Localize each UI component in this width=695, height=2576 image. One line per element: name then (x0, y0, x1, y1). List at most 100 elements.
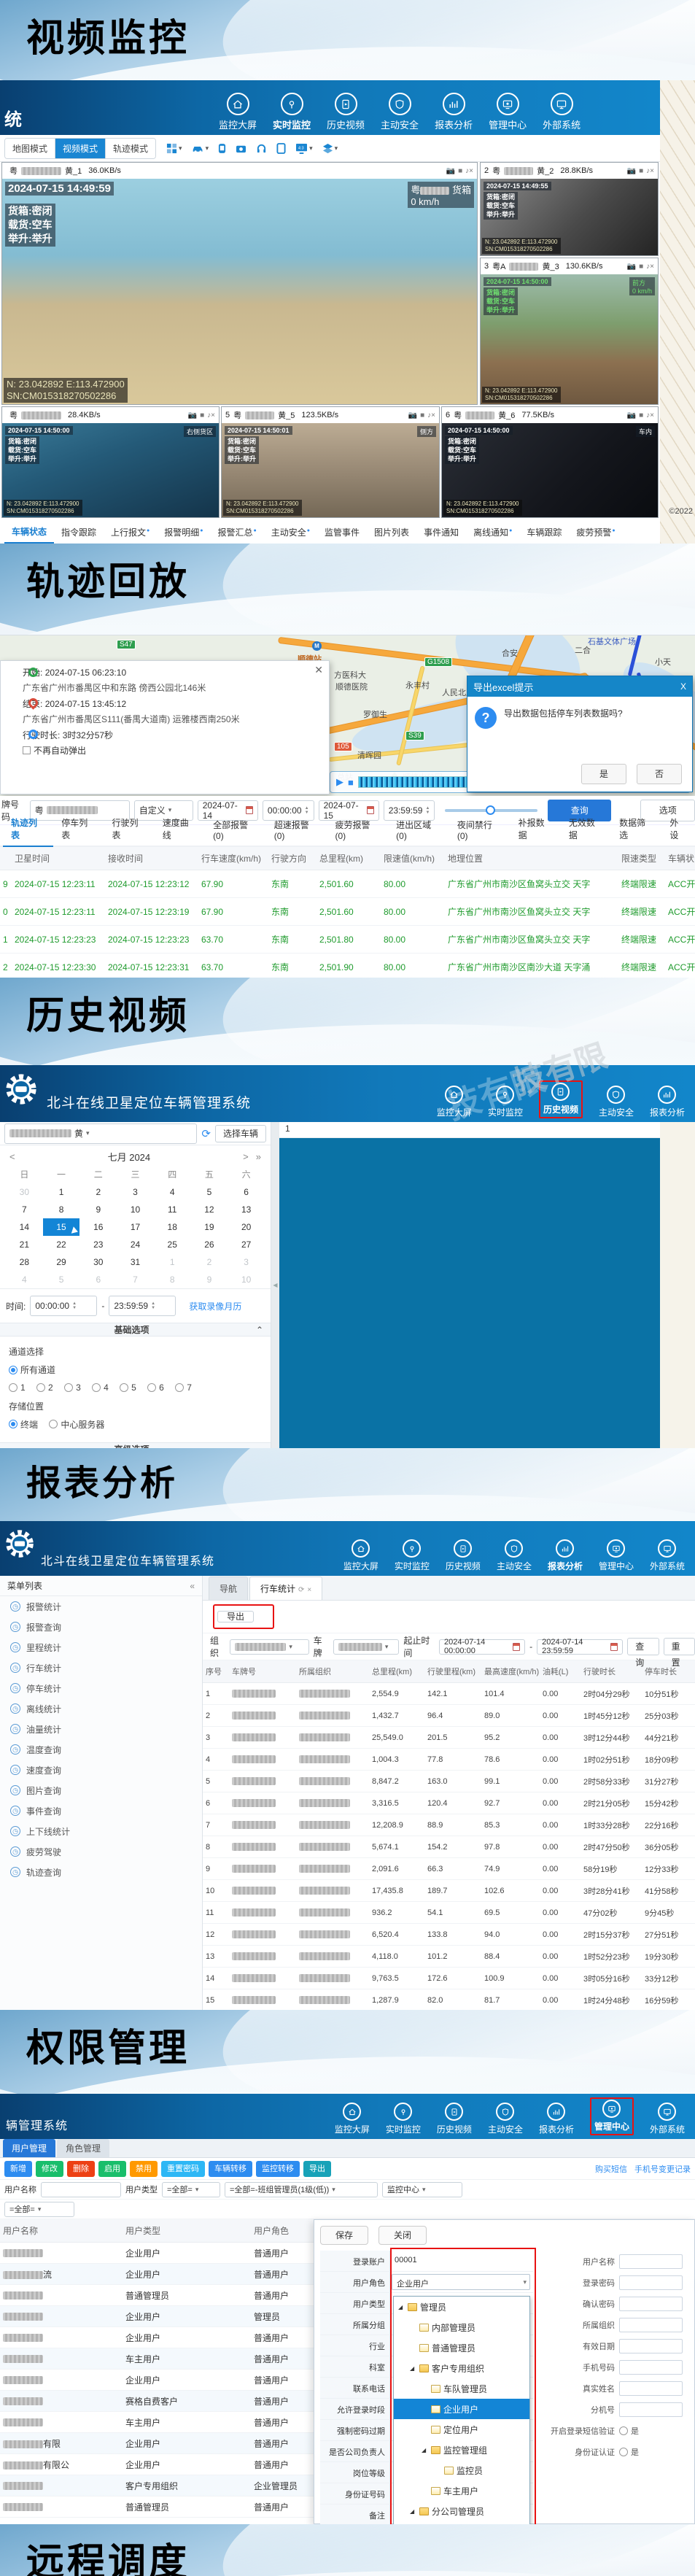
table-row[interactable]: 6 3,316.5120.492.70.00 2时21分05秒 15分42秒 (203, 1792, 695, 1814)
calendar-day[interactable]: 23 (79, 1236, 117, 1253)
toolbar-button[interactable]: 导出 (303, 2161, 331, 2177)
column-header[interactable]: 限速类型 (618, 847, 665, 870)
nav-item-external[interactable]: 外部系统 (543, 93, 581, 131)
column-header[interactable]: 车牌号 (229, 1660, 296, 1683)
storage-server-radio[interactable]: 中心服务器 (49, 1418, 104, 1431)
video-cell-6[interactable]: 6粤黄_677.5KB/s 📷■♪× 2024-07-15 14:50:00 车… (441, 406, 659, 518)
calendar-day[interactable]: 30 (79, 1253, 117, 1271)
calendar-day[interactable]: 29 (43, 1253, 80, 1271)
export-button[interactable]: 导出 (217, 1611, 254, 1622)
calendar-day[interactable]: 3 (117, 1183, 154, 1201)
phone-change-log-link[interactable]: 手机号变更记录 (634, 2163, 691, 2175)
calendar-day[interactable]: 2 (79, 1183, 117, 1201)
calendar-day[interactable]: 22 (43, 1236, 80, 1253)
vehicle-select[interactable]: 黄 (4, 1123, 197, 1144)
all-select[interactable]: =全部= (4, 2202, 74, 2217)
snapshot-icon[interactable]: 📷 (408, 411, 417, 419)
checkbox[interactable] (23, 746, 31, 754)
nav-item-history-video[interactable]: 历史视频 (446, 1539, 481, 1572)
tree-item[interactable]: 普通管理员 (394, 2337, 529, 2358)
track-tab[interactable]: 超速报警(0) (266, 814, 327, 846)
sidebar-item[interactable]: ◷疲劳驾驶 (0, 1841, 202, 1862)
calendar-day[interactable]: 3 (228, 1253, 265, 1271)
video-cell-2[interactable]: 2粤黄_228.8KB/s 📷■♪× 2024-07-15 14:49:55 货… (480, 162, 659, 256)
calendar-day[interactable]: 18 (154, 1218, 191, 1236)
tree-item[interactable]: 监控管理组 (394, 2440, 529, 2460)
sidebar-item[interactable]: ◷油量统计 (0, 1719, 202, 1739)
nav-item-reports[interactable]: 报表分析 (650, 1086, 685, 1118)
ratio-monitor-icon[interactable]: 4:3▾ (295, 143, 313, 154)
track-tab[interactable]: 夜间禁行(0) (449, 814, 510, 846)
sidebar-item[interactable]: ◷离线统计 (0, 1698, 202, 1719)
all-channel-radio[interactable]: 所有通道 (9, 1364, 55, 1376)
nav-item-monitor-screen[interactable]: 监控大屏 (219, 93, 257, 131)
nav-item-safety[interactable]: 主动安全 (599, 1086, 634, 1118)
mode-track[interactable]: 轨迹模式 (106, 139, 155, 158)
sidebar-item[interactable]: ◷报警查询 (0, 1617, 202, 1637)
expand-arrow-icon[interactable] (422, 2447, 428, 2453)
video-playback-area[interactable] (279, 1138, 660, 1448)
nav-item-monitor-screen[interactable]: 监控大屏 (437, 1086, 472, 1118)
radio-group[interactable]: 是 (619, 2425, 639, 2437)
column-header[interactable]: 最高速度(km/h) (481, 1660, 540, 1683)
column-header[interactable]: 接收时间 (105, 847, 198, 870)
sidebar-item[interactable]: ◷温度查询 (0, 1739, 202, 1760)
track-tab[interactable]: 行驶列表 (104, 812, 155, 846)
nav-item-history-video[interactable]: 历史视频 (437, 2103, 472, 2135)
bottom-tab[interactable]: 事件通知 (416, 520, 466, 543)
video-cell-3[interactable]: 3粤A黄_3130.6KB/s 📷■♪× 2024-07-15 14:50:00… (480, 258, 659, 405)
channel-radio[interactable]: 2 (36, 1382, 53, 1393)
close-icon[interactable]: X (680, 681, 686, 692)
tree-item[interactable]: 分公司管理员 (394, 2501, 529, 2521)
track-tab[interactable]: 停车列表 (53, 812, 104, 846)
column-header[interactable]: 总里程(km) (369, 1660, 424, 1683)
field-input[interactable] (619, 2381, 683, 2396)
column-header[interactable]: 行驶时长 (581, 1660, 642, 1683)
mute-icon[interactable]: ♪× (646, 411, 654, 419)
column-header[interactable]: 所属组织 (296, 1660, 369, 1683)
calendar-day[interactable]: 9 (191, 1271, 228, 1288)
column-header[interactable]: 油耗(L) (540, 1660, 581, 1683)
column-header[interactable]: 用户类型 (123, 2219, 251, 2243)
radio-group[interactable]: 是 (619, 2446, 639, 2458)
field-value[interactable]: 企业用户 (392, 2274, 530, 2290)
calendar-day[interactable]: 30 (6, 1183, 43, 1201)
track-tab[interactable]: 轨迹列表 (3, 812, 53, 847)
calendar-day[interactable]: 4 (154, 1183, 191, 1201)
channel-radio[interactable]: 6 (147, 1382, 164, 1393)
buy-sms-link[interactable]: 购买短信 (595, 2163, 627, 2175)
calendar-day[interactable]: 17 (117, 1218, 154, 1236)
prev-month-icon[interactable]: < (6, 1151, 19, 1162)
toolbar-button[interactable]: 车辆转移 (209, 2161, 252, 2177)
table-row[interactable]: 12024-07-15 12:23:232024-07-15 12:23:236… (0, 926, 695, 954)
field-value[interactable]: 00001 (390, 2251, 533, 2271)
track-tab[interactable]: 外设 (661, 812, 695, 846)
calendar-day[interactable]: 6 (79, 1271, 117, 1288)
table-row[interactable]: 3 25,549.0201.595.20.00 3时12分44秒 44分21秒 (203, 1727, 695, 1749)
track-tab[interactable]: 无效数据 (561, 812, 611, 846)
next-month-icon[interactable]: > (239, 1151, 252, 1162)
bottom-tab[interactable]: 报警汇总 (211, 520, 264, 543)
table-row[interactable]: 5 8,847.2163.099.10.00 2时58分33秒 31分27秒 (203, 1771, 695, 1792)
tab-navigation[interactable]: 导航 (209, 1577, 248, 1600)
toolbar-button[interactable]: 新增 (4, 2161, 32, 2177)
calendar-day[interactable]: 1 (43, 1183, 80, 1201)
datetime-from-input[interactable]: 2024-07-14 00:00:00 (439, 1639, 525, 1655)
search-button[interactable]: 查询 (627, 1638, 659, 1655)
column-header[interactable] (0, 847, 12, 870)
time-to-input[interactable]: 23:59:59▲▼ (109, 1296, 176, 1316)
nav-item-realtime[interactable]: 实时监控 (386, 2103, 421, 2135)
monitor-center-select[interactable]: 监控中心 (382, 2182, 462, 2197)
table-row[interactable]: 11 936.254.169.50.00 47分02秒 9分45秒 (203, 1902, 695, 1924)
refresh-icon[interactable]: ⟳ (201, 1127, 211, 1140)
bottom-tab[interactable]: 图片列表 (367, 520, 416, 543)
track-tab[interactable]: 补报数据 (510, 812, 561, 846)
track-tab[interactable]: 数据筛选 (611, 812, 661, 846)
tree-item[interactable]: 内部管理员 (394, 2317, 529, 2337)
nav-item-reports[interactable]: 报表分析 (435, 93, 473, 131)
calendar-day[interactable]: 24 (117, 1236, 154, 1253)
video-cell-5[interactable]: 5粤黄_5123.5KB/s 📷■♪× 2024-07-15 14:50:01 … (221, 406, 440, 518)
calendar-day[interactable]: 8 (154, 1271, 191, 1288)
speed-slider[interactable] (445, 809, 537, 812)
calendar-day[interactable]: 6 (228, 1183, 265, 1201)
